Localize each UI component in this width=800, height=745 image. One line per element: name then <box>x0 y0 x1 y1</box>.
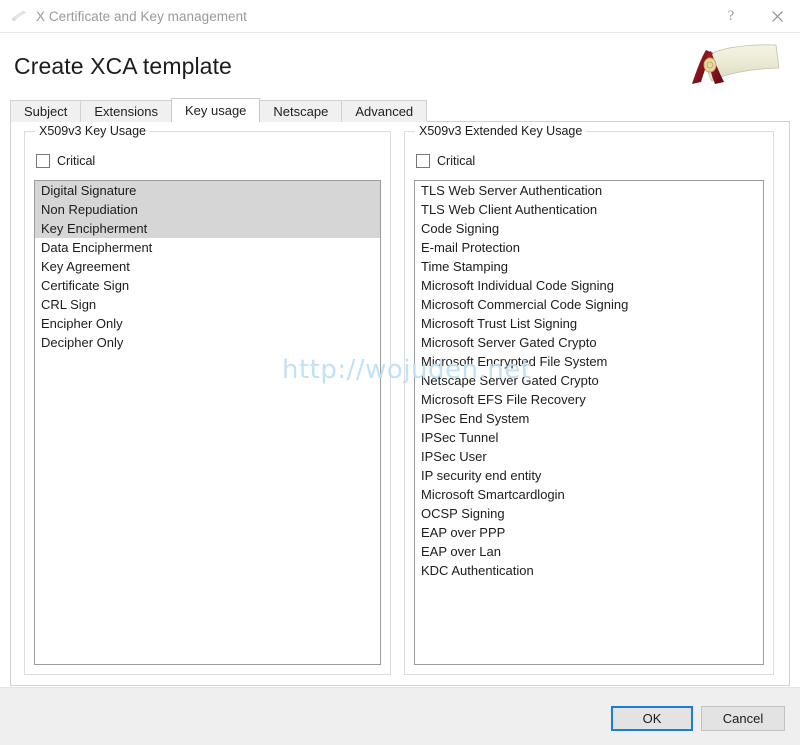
extended-key-usage-item[interactable]: IPSec End System <box>415 409 763 428</box>
key-usage-critical-checkbox[interactable] <box>36 154 50 168</box>
extended-key-usage-groupbox: X509v3 Extended Key Usage Critical TLS W… <box>404 131 774 675</box>
cancel-button[interactable]: Cancel <box>701 706 785 731</box>
extended-key-usage-item[interactable]: Time Stamping <box>415 257 763 276</box>
help-button[interactable]: ? <box>708 0 754 32</box>
extended-key-usage-item[interactable]: Microsoft Server Gated Crypto <box>415 333 763 352</box>
extended-key-usage-item[interactable]: IP security end entity <box>415 466 763 485</box>
extended-key-usage-item[interactable]: OCSP Signing <box>415 504 763 523</box>
titlebar-identity: X Certificate and Key management <box>10 0 247 32</box>
tab-bar: Subject Extensions Key usage Netscape Ad… <box>10 99 790 122</box>
extended-key-usage-item[interactable]: EAP over Lan <box>415 542 763 561</box>
tab-subject[interactable]: Subject <box>10 100 81 122</box>
tab-extensions[interactable]: Extensions <box>80 100 172 122</box>
diploma-scroll-logo-icon <box>684 38 784 90</box>
extended-key-usage-item[interactable]: EAP over PPP <box>415 523 763 542</box>
extended-key-usage-item[interactable]: Microsoft Smartcardlogin <box>415 485 763 504</box>
key-usage-legend: X509v3 Key Usage <box>35 124 150 138</box>
extended-key-usage-item[interactable]: TLS Web Server Authentication <box>415 181 763 200</box>
titlebar-buttons: ? <box>708 0 800 32</box>
key-usage-listbox[interactable]: Digital SignatureNon RepudiationKey Enci… <box>34 180 381 665</box>
key-usage-item[interactable]: CRL Sign <box>35 295 380 314</box>
extended-key-usage-critical-row[interactable]: Critical <box>416 154 475 168</box>
tab-netscape[interactable]: Netscape <box>259 100 342 122</box>
key-usage-item[interactable]: Encipher Only <box>35 314 380 333</box>
extended-key-usage-critical-checkbox[interactable] <box>416 154 430 168</box>
extended-key-usage-item[interactable]: Microsoft Trust List Signing <box>415 314 763 333</box>
extended-key-usage-item[interactable]: KDC Authentication <box>415 561 763 580</box>
key-usage-critical-label: Critical <box>57 154 95 168</box>
key-usage-item[interactable]: Digital Signature <box>35 181 380 200</box>
key-usage-item[interactable]: Key Encipherment <box>35 219 380 238</box>
dialog-header: Create XCA template <box>0 33 800 99</box>
extended-key-usage-listbox[interactable]: TLS Web Server AuthenticationTLS Web Cli… <box>414 180 764 665</box>
ok-button[interactable]: OK <box>611 706 693 731</box>
window-titlebar: X Certificate and Key management ? <box>0 0 800 33</box>
key-usage-item[interactable]: Data Encipherment <box>35 238 380 257</box>
extended-key-usage-item[interactable]: Microsoft Commercial Code Signing <box>415 295 763 314</box>
extended-key-usage-item[interactable]: E-mail Protection <box>415 238 763 257</box>
extended-key-usage-item[interactable]: Microsoft Encrypted File System <box>415 352 763 371</box>
key-usage-critical-row[interactable]: Critical <box>36 154 95 168</box>
key-usage-item[interactable]: Decipher Only <box>35 333 380 352</box>
key-usage-tab-panel: X509v3 Key Usage Critical Digital Signat… <box>10 121 790 686</box>
key-usage-item[interactable]: Non Repudiation <box>35 200 380 219</box>
extended-key-usage-item[interactable]: TLS Web Client Authentication <box>415 200 763 219</box>
diploma-scroll-icon <box>10 8 28 24</box>
extended-key-usage-item[interactable]: Netscape Server Gated Crypto <box>415 371 763 390</box>
extended-key-usage-critical-label: Critical <box>437 154 475 168</box>
tab-key-usage[interactable]: Key usage <box>171 98 260 122</box>
tab-advanced[interactable]: Advanced <box>341 100 427 122</box>
dialog-button-bar: OK Cancel <box>0 687 800 745</box>
xca-create-template-dialog: X Certificate and Key management ? Creat… <box>0 0 800 745</box>
extended-key-usage-item[interactable]: IPSec User <box>415 447 763 466</box>
extended-key-usage-legend: X509v3 Extended Key Usage <box>415 124 586 138</box>
window-title: X Certificate and Key management <box>36 9 247 24</box>
extended-key-usage-item[interactable]: Code Signing <box>415 219 763 238</box>
key-usage-groupbox: X509v3 Key Usage Critical Digital Signat… <box>24 131 391 675</box>
extended-key-usage-item[interactable]: Microsoft Individual Code Signing <box>415 276 763 295</box>
extended-key-usage-item[interactable]: Microsoft EFS File Recovery <box>415 390 763 409</box>
extended-key-usage-item[interactable]: IPSec Tunnel <box>415 428 763 447</box>
page-title: Create XCA template <box>14 53 232 80</box>
key-usage-item[interactable]: Certificate Sign <box>35 276 380 295</box>
close-icon[interactable] <box>754 0 800 32</box>
key-usage-item[interactable]: Key Agreement <box>35 257 380 276</box>
